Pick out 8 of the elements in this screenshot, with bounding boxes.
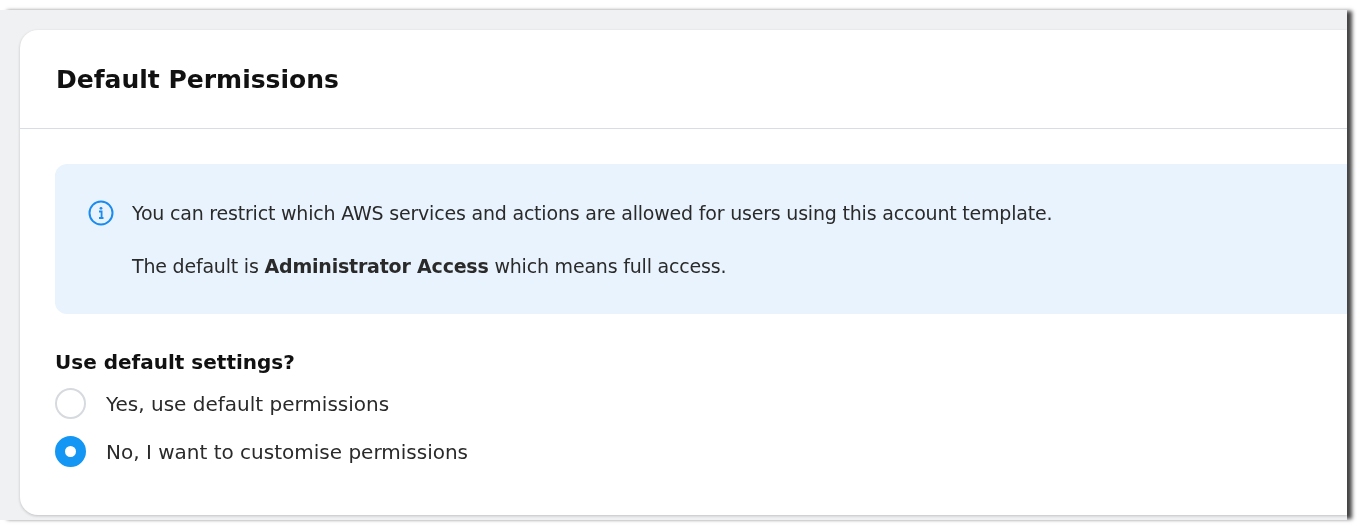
info-text: The default is Administrator Access which means full access. xyxy=(132,254,728,279)
radio-label[interactable]: No, I want to customise permissions xyxy=(106,439,469,464)
info-icon xyxy=(88,200,114,226)
radio-label[interactable]: Yes, use default permissions xyxy=(106,391,390,416)
card-title: Default Permissions xyxy=(56,64,339,94)
radio-button[interactable] xyxy=(55,436,86,467)
question-label: Use default settings? xyxy=(55,350,296,374)
info-text: You can restrict which AWS services and actions are allowed for users using this account template. xyxy=(132,201,1053,226)
